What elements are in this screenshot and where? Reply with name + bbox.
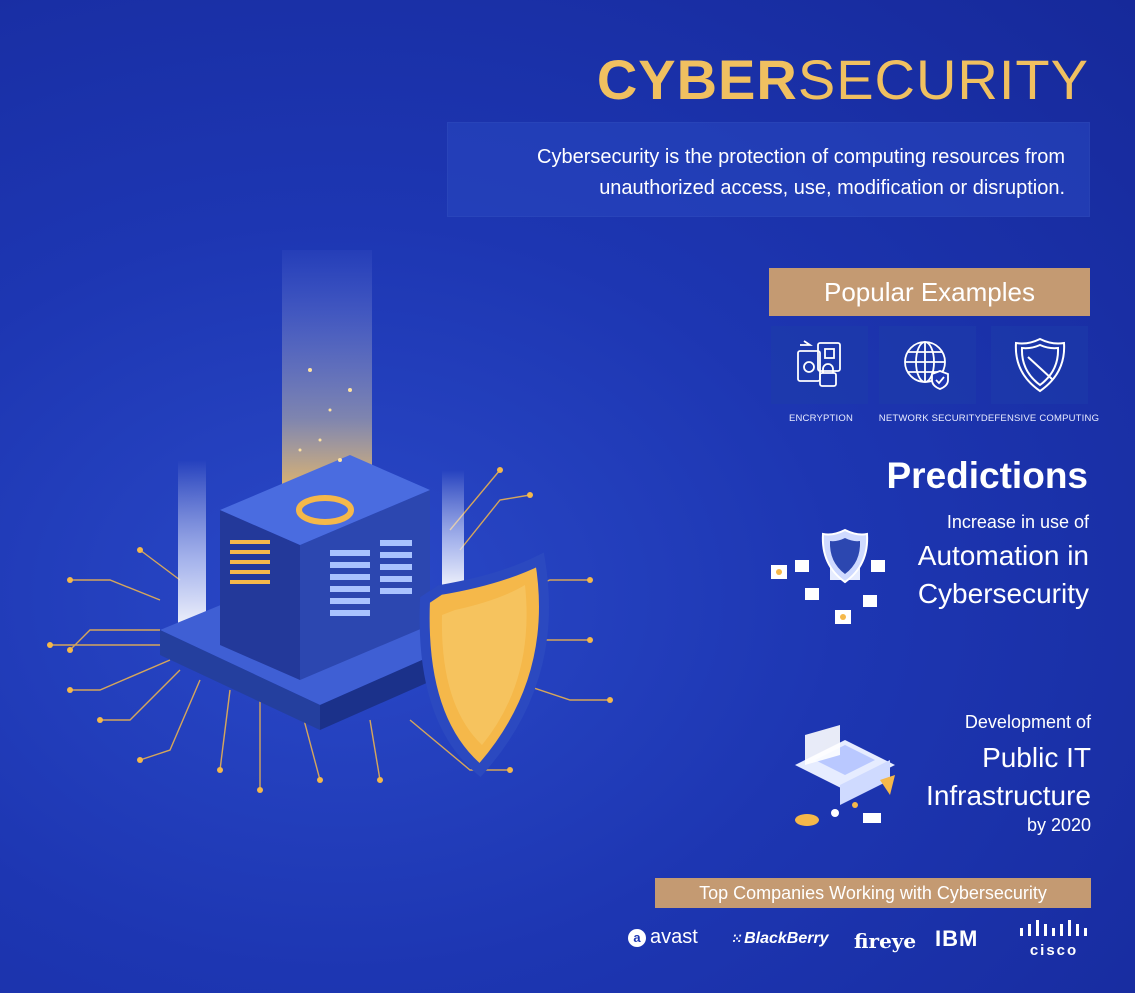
defensive-computing-label: DEFENSIVE COMPUTING [980, 413, 1100, 424]
definition-box: Cybersecurity is the protection of compu… [447, 122, 1090, 217]
prediction-main-line-2: Infrastructure [926, 780, 1091, 811]
cisco-bars-icon [1020, 920, 1087, 936]
shield-icon [1014, 337, 1065, 393]
page-title: CYBERSECURITY [597, 52, 1089, 108]
center-light-beam [282, 250, 372, 490]
avast-icon: a [628, 928, 646, 947]
automation-illustration [771, 528, 885, 624]
right-light-beam [442, 470, 464, 590]
network-security-icon [903, 341, 949, 390]
predictions-heading: Predictions [886, 455, 1089, 496]
network-security-label: NETWORK SECURITY [878, 413, 982, 424]
prediction-intro: Increase in use of [946, 512, 1089, 532]
encryption-icon [796, 340, 841, 387]
left-light-beam [178, 460, 206, 630]
title-bold: CYBER [596, 48, 798, 111]
definition-text: Cybersecurity is the protection of compu… [537, 146, 1065, 199]
defensive-computing-card [991, 326, 1088, 404]
ibm-logo: IBM [935, 926, 979, 951]
network-security-card [879, 326, 976, 404]
blackberry-logo: ⁙ BlackBerry [732, 930, 829, 947]
infrastructure-illustration [795, 725, 895, 826]
avast-logo: a avast [628, 926, 698, 949]
server-illustration [47, 250, 613, 793]
encryption-card [771, 326, 868, 404]
title-light: SECURITY [797, 48, 1089, 111]
top-companies-heading: Top Companies Working with Cybersecurity [655, 878, 1091, 908]
prediction-infrastructure: Development of Public IT Infrastructure … [926, 712, 1091, 836]
prediction-main-line-2: Cybersecurity [917, 578, 1089, 609]
encryption-label: ENCRYPTION [788, 413, 854, 424]
prediction-main-line-1: Public IT [982, 742, 1091, 773]
cisco-logo: cisco [1018, 920, 1090, 959]
popular-examples-heading: Popular Examples [769, 268, 1090, 316]
prediction-automation: Increase in use of Automation in Cyberse… [918, 512, 1089, 613]
fireye-logo: fireye [854, 929, 917, 953]
prediction-main-line-1: Automation in [917, 540, 1089, 571]
prediction-tail: by 2020 [1026, 815, 1091, 835]
prediction-intro: Development of [964, 712, 1091, 732]
blackberry-icon: ⁙ [732, 932, 743, 946]
